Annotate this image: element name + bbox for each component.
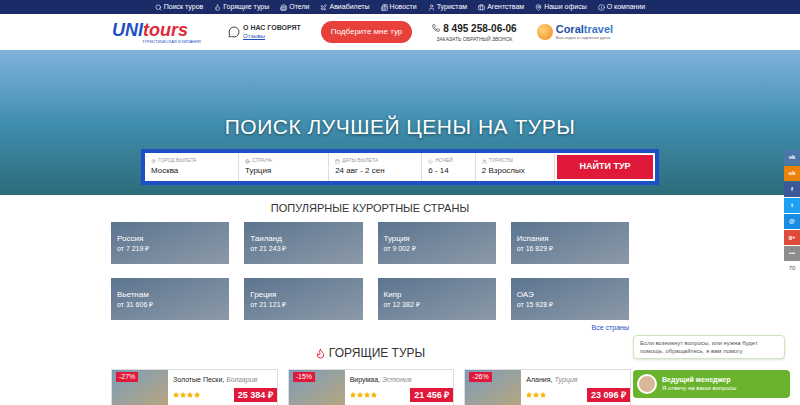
nav-icon [598,4,605,11]
country-card[interactable]: Испанияот 16 829 ₽ [511,222,629,264]
nav-icon [155,4,162,11]
chat-bubbles-icon [228,26,240,38]
tour-photo: -15% [289,370,345,405]
nav-item[interactable]: О компании [598,2,646,13]
star-icon [350,392,356,398]
nav-icon [381,4,388,11]
reviews[interactable]: О НАС ГОВОРЯТОтзывы [228,23,301,41]
social-button[interactable]: vk [784,150,800,165]
social-button[interactable]: @ [784,214,800,229]
section-title: ПОПУЛЯРНЫЕ КУРОРТНЫЕ СТРАНЫ [111,201,629,215]
phone-block[interactable]: 8 495 258-06-06ЗАКАЗАТЬ ОБРАТНЫЙ ЗВОНОК [432,21,516,44]
find-tour-button[interactable]: НАЙТИ ТУР [557,155,653,179]
share-count: 70 [789,264,796,273]
hot-tour-card[interactable]: -15%Вирумаа, Эстония21 456 ₽ [288,369,455,405]
nav-icon [320,4,327,11]
nav-item[interactable]: Горящие туры [214,2,269,13]
social-button[interactable]: f [784,182,800,197]
manager-avatar-icon [637,374,657,394]
stars [173,392,200,398]
hot-tours-title: ГОРЯЩИЕ ТУРЫ [111,346,629,360]
social-button[interactable]: t [784,198,800,213]
nav-icon [478,4,485,11]
coral-circle-icon [537,24,553,40]
price-tag: 21 456 ₽ [410,388,453,402]
star-icon [540,392,546,398]
nav-icon [428,4,435,11]
flame-icon [315,348,326,359]
top-nav: Поиск туров Горящие туры Отели Авиабилеты Но… [0,0,800,14]
social-button[interactable]: g+ [784,230,800,245]
discount-badge: -26% [469,372,491,382]
country-card[interactable]: Россияот 7 219 ₽ [111,222,229,264]
star-icon [533,392,539,398]
hot-tour-card[interactable]: -27%Золотые Пески, Болгария25 384 ₽ [111,369,278,405]
field-icon [151,159,156,164]
nav-item[interactable]: Наши офисы [535,2,587,13]
search-field[interactable]: ТУРИСТЫ2 Взрослых [476,153,555,181]
chat-bubble: Если возникнут вопросы, или нужна будет … [633,335,785,359]
star-icon [526,392,532,398]
nav-item[interactable]: Новости [381,2,417,13]
star-icon [357,392,363,398]
social-button[interactable]: ••• [784,246,800,261]
partner-logo[interactable]: CoraltravelВаш отдых в надежных руках [537,24,613,40]
search-bar: ГОРОД ВЫЛЕТАМоскваСТРАНАТурцияДАТЫ ВЫЛЕТ… [141,149,659,185]
star-icon [194,392,200,398]
star-icon [364,392,370,398]
field-icon [428,159,433,164]
price-tag: 23 096 ₽ [587,388,630,402]
field-icon [335,159,340,164]
field-icon [482,159,487,164]
nav-item[interactable]: Отели [280,2,309,13]
all-countries-link[interactable]: Все страны [592,323,629,333]
tour-photo: -26% [465,370,521,405]
nav-icon [280,4,287,11]
header: UNItoursТУРИСТИЧЕСКАЯ КОМПАНИЯ О НАС ГОВО… [112,14,652,50]
countries-section: ПОПУЛЯРНЫЕ КУРОРТНЫЕ СТРАНЫ Россияот 7 21… [111,201,629,405]
page: Поиск туров Горящие туры Отели Авиабилеты Но… [0,0,800,405]
discount-badge: -15% [293,372,315,382]
field-icon [245,159,250,164]
social-bar: vkokft@g+••• 70 [784,150,800,273]
search-field[interactable]: СТРАНАТурция [239,153,329,181]
country-card[interactable]: Грецияот 21 121 ₽ [244,278,362,320]
country-card[interactable]: ОАЭот 15 928 ₽ [511,278,629,320]
country-card[interactable]: Кипрот 12 382 ₽ [378,278,496,320]
discount-badge: -27% [116,372,138,382]
social-button[interactable]: ok [784,166,800,181]
country-card[interactable]: Турцияот 9 002 ₽ [378,222,496,264]
nav-item[interactable]: Агентствам [478,2,524,13]
nav-item[interactable]: Поиск туров [155,2,204,13]
hot-tour-card[interactable]: -26%Алания, Турция23 096 ₽ [464,369,631,405]
star-icon [187,392,193,398]
nav-icon [214,4,221,11]
star-icon [173,392,179,398]
search-field[interactable]: НОЧЕЙ6 - 14 [422,153,476,181]
stars [350,392,377,398]
nav-icon [535,4,542,11]
country-card[interactable]: Таиландот 21 243 ₽ [244,222,362,264]
country-card[interactable]: Вьетнамот 31 606 ₽ [111,278,229,320]
star-icon [371,392,377,398]
tour-photo: -27% [112,370,168,405]
star-icon [180,392,186,398]
stars [526,392,546,398]
phone-icon [432,24,440,32]
nav-item[interactable]: Туристам [428,2,467,13]
hero: ПОИСК ЛУЧШЕЙ ЦЕНЫ НА ТУРЫ ГОРОД ВЫЛЕТАМос… [0,50,800,195]
chat-widget[interactable]: Ведущий менеджерЯ отвечу на ваши вопросы [633,370,790,398]
search-field[interactable]: ДАТЫ ВЫЛЕТА24 авг - 2 сен [329,153,422,181]
pick-tour-button[interactable]: Подберите мне тур [321,21,413,43]
nav-item[interactable]: Авиабилеты [320,2,369,13]
logo[interactable]: UNItoursТУРИСТИЧЕСКАЯ КОМПАНИЯ [112,21,208,44]
price-tag: 25 384 ₽ [234,388,277,402]
hero-title: ПОИСК ЛУЧШЕЙ ЦЕНЫ НА ТУРЫ [225,114,575,140]
search-field[interactable]: ГОРОД ВЫЛЕТАМосква [145,153,239,181]
